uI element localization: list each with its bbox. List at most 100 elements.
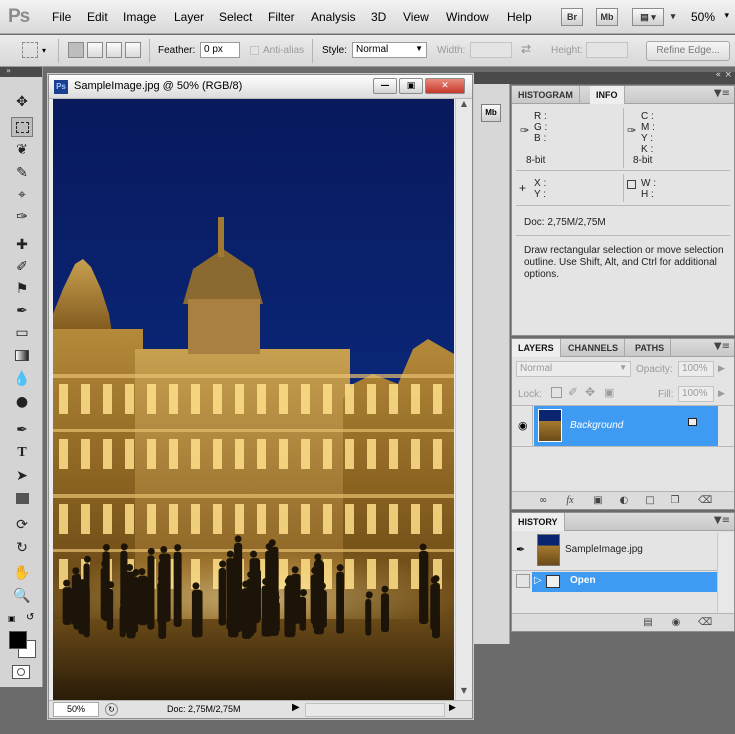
menu-help[interactable]: Help <box>507 10 532 24</box>
tools-panel-header[interactable]: » <box>0 66 42 77</box>
panel-menu-icon[interactable]: ▼≡ <box>714 515 730 526</box>
view-extras-button[interactable]: ▤ ▾ <box>632 8 664 26</box>
history-step-open[interactable]: ▷ Open <box>532 572 717 592</box>
layer-name[interactable]: Background <box>570 420 623 431</box>
lock-transparent-icon[interactable] <box>551 387 562 398</box>
crop-tool-icon[interactable]: ⌖ <box>11 185 33 205</box>
height-input[interactable] <box>586 42 628 58</box>
lock-pixels-icon[interactable]: ✐ <box>568 385 578 399</box>
horizontal-scrollbar[interactable] <box>305 703 445 717</box>
history-brush-tool-icon[interactable]: ✒ <box>11 301 33 321</box>
maximize-button[interactable]: ▣ <box>399 78 423 94</box>
fill-input[interactable]: 100% <box>678 386 714 402</box>
image-canvas[interactable] <box>53 99 454 700</box>
type-tool-icon[interactable]: T <box>11 443 33 463</box>
menu-filter[interactable]: Filter <box>268 10 295 24</box>
expand-icon[interactable]: » <box>6 66 11 75</box>
quick-mask-icon[interactable] <box>12 665 30 679</box>
status-menu-arrow-icon[interactable]: ▶ <box>292 702 300 713</box>
new-document-from-state-icon[interactable]: ▤ <box>642 617 654 629</box>
lasso-tool-icon[interactable]: ❦ <box>11 140 33 160</box>
zoom-chevron-icon[interactable]: ▾ <box>724 11 729 21</box>
history-brush-source-icon[interactable]: ✒ <box>516 543 525 556</box>
swap-dimensions-icon[interactable]: ⇄ <box>521 42 531 56</box>
subtract-from-selection-icon[interactable] <box>106 42 122 58</box>
tab-channels[interactable]: CHANNELS <box>562 339 626 357</box>
eraser-tool-icon[interactable]: ▭ <box>11 323 33 343</box>
fill-arrow-icon[interactable]: ▶ <box>718 388 725 399</box>
lock-position-icon[interactable]: ✥ <box>585 385 595 399</box>
minimize-button[interactable]: — <box>373 78 397 94</box>
menu-edit[interactable]: Edit <box>87 10 108 24</box>
history-step-source-checkbox[interactable] <box>516 574 530 588</box>
hand-tool-icon[interactable]: ✋ <box>11 563 33 583</box>
new-layer-icon[interactable]: ❐ <box>669 495 681 507</box>
zoom-tool-icon[interactable]: 🔍 <box>11 586 33 606</box>
scroll-up-icon[interactable]: ▲ <box>456 99 472 113</box>
width-input[interactable] <box>470 42 512 58</box>
status-zoom-field[interactable]: 50% <box>53 702 99 717</box>
panel-menu-icon[interactable]: ▼≡ <box>714 341 730 352</box>
new-selection-icon[interactable] <box>68 42 84 58</box>
panel-dock-header[interactable]: « × <box>474 70 735 84</box>
rectangular-marquee-tool-icon[interactable] <box>11 117 33 137</box>
healing-brush-tool-icon[interactable]: ✚ <box>11 235 33 255</box>
delete-state-icon[interactable]: ⌫ <box>698 617 712 629</box>
antialias-checkbox[interactable] <box>250 46 259 55</box>
delete-layer-icon[interactable]: ⌫ <box>698 495 712 507</box>
opacity-arrow-icon[interactable]: ▶ <box>718 363 725 374</box>
layer-visibility-cell[interactable]: ◉ <box>514 406 533 446</box>
close-dock-icon[interactable]: × <box>724 70 732 80</box>
mini-bridge-button[interactable]: Mb <box>596 8 618 26</box>
menu-select[interactable]: Select <box>219 10 252 24</box>
brush-tool-icon[interactable]: ✐ <box>11 257 33 277</box>
collapse-dock-icon[interactable]: « <box>715 70 721 80</box>
marquee-preset-icon[interactable] <box>22 42 38 58</box>
menu-window[interactable]: Window <box>446 10 489 24</box>
tab-history[interactable]: HISTORY <box>512 513 565 531</box>
link-layers-icon[interactable]: ∞ <box>537 495 549 507</box>
shape-tool-icon[interactable] <box>11 489 33 509</box>
add-mask-icon[interactable]: ▣ <box>592 495 604 507</box>
blur-tool-icon[interactable]: 💧 <box>11 369 33 389</box>
3d-orbit-tool-icon[interactable]: ↻ <box>11 538 33 558</box>
menu-file[interactable]: File <box>52 10 71 24</box>
mini-bridge-panel-icon[interactable]: Mb <box>481 104 501 122</box>
intersect-selection-icon[interactable] <box>125 42 141 58</box>
new-snapshot-icon[interactable]: ◉ <box>670 617 682 629</box>
document-title-bar[interactable]: Ps SampleImage.jpg @ 50% (RGB/8) — ▣ ✕ <box>49 75 472 99</box>
style-select[interactable]: Normal ▼ <box>352 42 427 58</box>
scroll-down-icon[interactable]: ▼ <box>456 686 472 700</box>
tab-layers[interactable]: LAYERS <box>512 339 561 357</box>
menu-view[interactable]: View <box>403 10 429 24</box>
clone-stamp-tool-icon[interactable]: ⚑ <box>11 279 33 299</box>
close-button[interactable]: ✕ <box>425 78 465 94</box>
3d-rotate-tool-icon[interactable]: ⟳ <box>11 515 33 535</box>
status-info-icon[interactable]: ↻ <box>105 703 118 716</box>
tab-info[interactable]: INFO <box>590 86 625 104</box>
adjustment-layer-icon[interactable]: ◐ <box>618 495 630 507</box>
menu-analysis[interactable]: Analysis <box>311 10 356 24</box>
default-colors-icon[interactable]: ▣ <box>8 614 16 623</box>
pen-tool-icon[interactable]: ✒ <box>11 420 33 440</box>
add-to-selection-icon[interactable] <box>87 42 103 58</box>
foreground-color-swatch[interactable] <box>9 631 27 649</box>
panel-menu-icon[interactable]: ▼≡ <box>714 88 730 99</box>
history-snapshot-row[interactable]: ✒ SampleImage.jpg <box>512 533 717 569</box>
dodge-tool-icon[interactable]: ● <box>11 392 33 412</box>
menu-image[interactable]: Image <box>123 10 156 24</box>
history-scrollbar[interactable] <box>717 533 734 613</box>
path-selection-tool-icon[interactable]: ➤ <box>11 466 33 486</box>
refine-edge-button[interactable]: Refine Edge... <box>646 41 730 61</box>
tab-histogram[interactable]: HISTOGRAM <box>512 86 580 104</box>
scroll-right-icon[interactable]: ▶ <box>449 702 456 713</box>
preset-chevron-icon[interactable]: ▾ <box>42 46 46 55</box>
arrange-docs-icon[interactable]: ▾ <box>668 8 678 26</box>
vertical-scrollbar[interactable]: ▲ ▼ <box>455 99 472 700</box>
gradient-tool-icon[interactable] <box>11 346 33 366</box>
opacity-input[interactable]: 100% <box>678 361 714 377</box>
blend-mode-select[interactable]: Normal ▼ <box>516 361 631 377</box>
eye-icon[interactable]: ◉ <box>518 419 528 432</box>
move-tool-icon[interactable]: ✥ <box>11 92 33 112</box>
layer-row-background[interactable]: Background <box>534 406 718 446</box>
